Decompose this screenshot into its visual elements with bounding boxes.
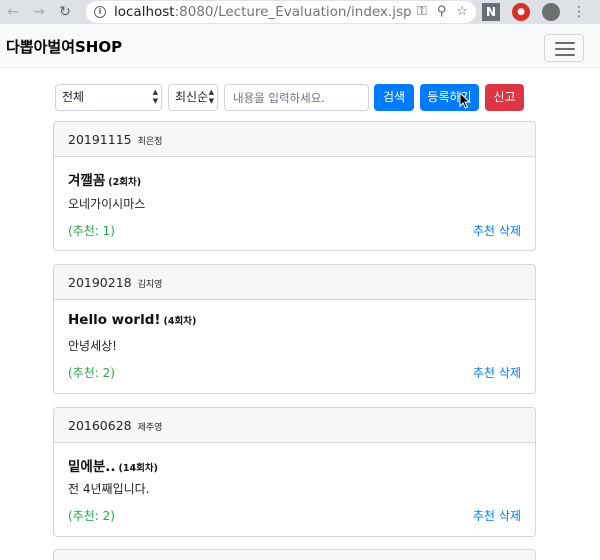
search-button[interactable]: 검색 xyxy=(374,84,414,111)
report-button[interactable]: 신고 xyxy=(485,84,524,111)
evaluation-round: (4회차) xyxy=(163,316,197,327)
navbar: 다뽑아벌여SHOP xyxy=(0,24,600,68)
profile-avatar[interactable] xyxy=(542,3,560,21)
extension-icon[interactable]: N xyxy=(482,3,500,21)
evaluation-card: 20191115 최은정 겨깰꼼 (2회차) 오네가이시마스 (추천: 1) 추천… xyxy=(53,121,536,251)
delete-link[interactable]: 삭제 xyxy=(499,224,521,238)
evaluation-author: 제주영 xyxy=(137,423,163,433)
evaluation-content: 안녕세상! xyxy=(68,339,117,353)
card-header: 20160628 제주영 xyxy=(54,408,535,443)
hamburger-icon xyxy=(555,42,575,44)
info-icon[interactable]: i xyxy=(94,6,106,18)
url-text: localhost:8080/Lecture_Evaluation/index.… xyxy=(114,4,412,20)
mouse-cursor-icon xyxy=(459,92,471,109)
card-header xyxy=(54,550,535,560)
select-arrows-icon: ▲ ▼ xyxy=(208,88,214,105)
evaluation-date: 20160628 xyxy=(68,418,132,433)
evaluation-title: 겨깰꼼 (2회차) xyxy=(68,173,142,189)
recommend-count: (추천: 2) xyxy=(68,366,115,380)
brand-link[interactable]: 다뽑아벌여SHOP xyxy=(6,36,122,57)
key-icon[interactable]: ⚿ xyxy=(417,4,427,19)
card-actions: 추천 삭제 xyxy=(473,507,521,524)
browser-menu-icon[interactable]: ⋮ xyxy=(572,4,586,20)
select-arrows-icon: ▲ ▼ xyxy=(152,88,158,105)
recommend-link[interactable]: 추천 xyxy=(473,366,495,380)
evaluation-title: Hello world! (4회차) xyxy=(68,312,197,328)
bookmark-star-icon[interactable]: ☆ xyxy=(456,4,468,19)
address-bar[interactable]: i localhost:8080/Lecture_Evaluation/inde… xyxy=(86,1,476,23)
zoom-icon[interactable]: ⚲ xyxy=(437,4,447,19)
search-input[interactable] xyxy=(224,84,369,111)
evaluation-card xyxy=(53,549,536,560)
evaluation-author: 김지영 xyxy=(137,280,163,290)
evaluation-date: 20190218 xyxy=(68,275,132,290)
evaluation-card: 20190218 김지영 Hello world! (4회차) 안녕세상! (추천… xyxy=(53,264,536,394)
evaluation-author: 최은정 xyxy=(137,137,163,147)
back-icon[interactable]: ← xyxy=(0,0,26,24)
evaluation-title: 밑에분.. (14회차) xyxy=(68,459,158,475)
navbar-toggler-button[interactable] xyxy=(544,34,584,62)
card-header: 20191115 최은정 xyxy=(54,122,535,157)
card-header: 20190218 김지영 xyxy=(54,265,535,300)
card-actions: 추천 삭제 xyxy=(473,222,521,239)
division-select[interactable]: 전체 ▲ ▼ xyxy=(55,84,162,111)
evaluation-round: (14회차) xyxy=(118,463,158,474)
recommend-link[interactable]: 추천 xyxy=(473,224,495,238)
order-select[interactable]: 최신순 ▲ ▼ xyxy=(168,84,218,111)
delete-link[interactable]: 삭제 xyxy=(499,366,521,380)
recommend-count: (추천: 2) xyxy=(68,509,115,523)
evaluation-round: (2회차) xyxy=(108,177,142,188)
forward-icon[interactable]: → xyxy=(26,0,52,24)
card-actions: 추천 삭제 xyxy=(473,364,521,381)
reload-icon[interactable]: ↻ xyxy=(52,0,78,24)
recommend-count: (추천: 1) xyxy=(68,224,115,238)
extension-icon[interactable]: ● xyxy=(512,3,530,21)
evaluation-card: 20160628 제주영 밑에분.. (14회차) 전 4년째입니다. (추천: … xyxy=(53,407,536,537)
delete-link[interactable]: 삭제 xyxy=(499,509,521,523)
evaluation-date: 20191115 xyxy=(68,132,132,147)
evaluation-content: 오네가이시마스 xyxy=(68,197,146,211)
evaluation-content: 전 4년째입니다. xyxy=(68,482,150,496)
recommend-link[interactable]: 추천 xyxy=(473,509,495,523)
